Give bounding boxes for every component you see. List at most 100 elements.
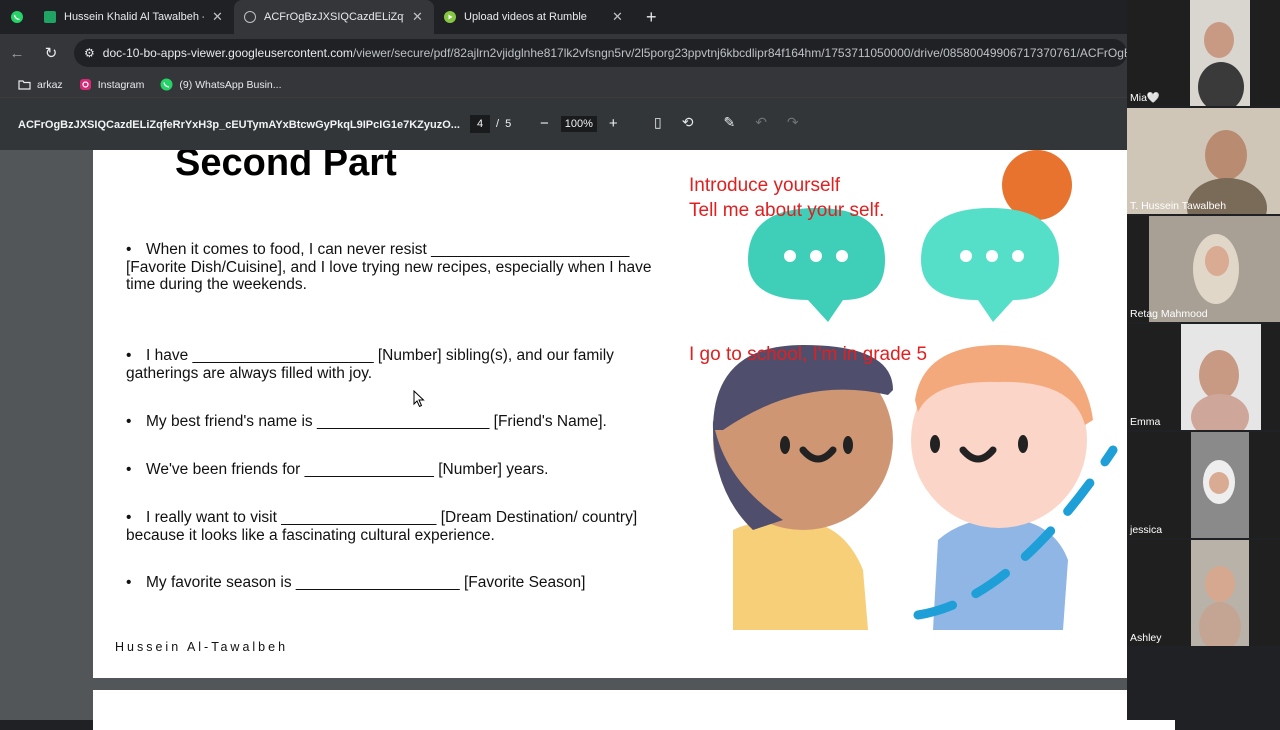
whatsapp-icon [11, 11, 23, 23]
redo-icon[interactable]: ↷ [787, 114, 799, 131]
new-tab-button[interactable]: + [634, 7, 669, 28]
undo-icon[interactable]: ↶ [755, 114, 767, 131]
participant-name: T. Hussein Tawalbeh [1130, 200, 1227, 212]
participant-tile[interactable]: jessica [1127, 432, 1280, 538]
worksheet-item: • We've been friends for _______________ … [126, 461, 549, 478]
worksheet-item: • When it comes to food, I can never resi… [126, 241, 686, 294]
url-field[interactable]: ⚙ doc-10-bo-apps-viewer.googleuserconten… [74, 39, 1127, 67]
annotate-icon[interactable]: ✎ [723, 114, 735, 131]
item-text: My favorite season is __________________… [146, 574, 586, 591]
worksheet-item: • I have _____________________ [Number] s… [126, 347, 686, 382]
item-text: gatherings are always filled with joy. [126, 364, 373, 382]
worksheet-item: • I really want to visit ________________… [126, 509, 686, 544]
site-info-icon[interactable]: ⚙ [84, 46, 95, 60]
mouse-cursor-icon [413, 390, 425, 408]
sheets-icon [44, 11, 56, 23]
bookmark-label: (9) WhatsApp Busin... [179, 78, 282, 91]
girl-avatar-icon [911, 345, 1093, 630]
participant-tile[interactable]: Emma [1127, 324, 1280, 430]
page-number-input[interactable]: 4 [470, 115, 490, 133]
item-text: I have _____________________ [Number] si… [146, 347, 614, 364]
annotation-grade: I go to school, I'm in grade 5 [689, 344, 928, 365]
pdf-toolbar: ACFrOgBzJXSIQCazdELiZqfeRrYxH3p_cEUTymAY… [0, 98, 1127, 150]
chat-bubble-icon [921, 208, 1059, 322]
participant-name: Mia🤍 [1130, 92, 1160, 104]
close-icon[interactable]: ✕ [612, 9, 623, 25]
bookmarks-bar: arkaz Instagram (9) WhatsApp Busin... [0, 72, 1127, 98]
bookmark-label: arkaz [37, 78, 63, 91]
page-heading: Second Part [175, 150, 397, 184]
back-button[interactable]: ← [0, 45, 34, 62]
participant-tile[interactable]: T. Hussein Tawalbeh [1127, 108, 1280, 214]
pdf-page: Second Part • When it comes to food, I ca… [93, 150, 1175, 678]
item-text: When it comes to food, I can never resis… [146, 241, 630, 258]
participant-tile[interactable]: Ashley [1127, 540, 1280, 646]
fit-page-icon[interactable]: ▯ [654, 114, 662, 131]
page-separator: / [496, 118, 500, 130]
url-host: doc-10-bo-apps-viewer.googleusercontent.… [102, 46, 353, 60]
whatsapp-icon [160, 78, 173, 91]
tab-label: ACFrOgBzJXSIQCazdELiZqfeRrY [264, 11, 404, 23]
video-feed [1190, 0, 1250, 106]
participant-tile[interactable]: Retag Mahmood [1127, 216, 1280, 322]
globe-icon [244, 11, 256, 23]
page-indicator: 4 / 5 [470, 115, 511, 133]
participant-name: Retag Mahmood [1130, 308, 1208, 320]
annotation-intro: Introduce yourself Tell me about your se… [689, 174, 884, 223]
participant-name: Emma [1130, 416, 1161, 428]
video-feed [1149, 216, 1280, 322]
pdf-tools: ▯ ⟲ ✎ ↶ ↷ [654, 114, 799, 131]
video-feed [1181, 324, 1261, 430]
tab-bar: Hussein Khalid Al Tawalbeh - G ✕ ACFrOgB… [0, 0, 1127, 34]
pdf-title: ACFrOgBzJXSIQCazdELiZqfeRrYxH3p_cEUTymAY… [18, 119, 460, 131]
item-text: time during the weekends. [126, 276, 307, 293]
video-feed [1127, 108, 1280, 214]
pinned-whatsapp-tab[interactable] [0, 0, 34, 34]
page-total: 5 [505, 118, 512, 130]
item-text: My best friend's name is _______________… [146, 413, 607, 430]
pdf-next-page [93, 690, 1175, 730]
address-bar-row: ← ↻ ⚙ doc-10-bo-apps-viewer.googleuserco… [0, 34, 1127, 72]
bookmark-instagram[interactable]: Instagram [79, 78, 145, 91]
video-feed [1191, 432, 1249, 538]
bookmark-arkaz[interactable]: arkaz [18, 78, 63, 91]
pdf-viewer[interactable]: Second Part • When it comes to food, I ca… [0, 150, 1175, 730]
panel-empty-area [1127, 646, 1280, 720]
author-footer: Hussein Al-Tawalbeh [115, 640, 289, 654]
bookmark-label: Instagram [97, 78, 145, 91]
participants-panel: Mia🤍 T. Hussein Tawalbeh Retag Mahmood E… [1127, 0, 1280, 720]
item-text: We've been friends for _______________ [… [146, 461, 549, 478]
participant-tile[interactable]: Mia🤍 [1127, 0, 1280, 106]
zoom-controls: − 100% + [540, 115, 618, 132]
instagram-icon [79, 79, 91, 90]
tab-rumble[interactable]: Upload videos at Rumble ✕ [434, 0, 634, 34]
rumble-icon [444, 11, 456, 23]
participant-name: Ashley [1130, 632, 1162, 644]
chat-bubble-icon [748, 208, 885, 322]
boy-avatar-icon [712, 345, 893, 630]
annotation-line: Introduce yourself [689, 175, 841, 196]
close-icon[interactable]: ✕ [212, 9, 223, 25]
zoom-level-input[interactable]: 100% [560, 115, 597, 132]
participant-name: jessica [1130, 524, 1163, 536]
tab-sheets[interactable]: Hussein Khalid Al Tawalbeh - G ✕ [34, 0, 234, 34]
tab-pdf[interactable]: ACFrOgBzJXSIQCazdELiZqfeRrY ✕ [234, 0, 434, 34]
folder-icon [18, 80, 31, 90]
item-text: because it looks like a fascinating cult… [126, 526, 495, 544]
tab-label: Hussein Khalid Al Tawalbeh - G [64, 11, 204, 23]
zoom-out-button[interactable]: − [540, 115, 549, 132]
url-path: /viewer/secure/pdf/82ajlrn2vjidglnhe817l… [352, 46, 1127, 60]
close-icon[interactable]: ✕ [412, 9, 423, 25]
tab-label: Upload videos at Rumble [464, 11, 587, 23]
rotate-icon[interactable]: ⟲ [682, 114, 694, 131]
orange-circle [1002, 150, 1072, 220]
item-text: [Favorite Dish/Cuisine], and I love tryi… [126, 258, 652, 276]
worksheet-item: • My best friend's name is ______________… [126, 413, 607, 430]
item-text: I really want to visit _________________… [146, 509, 638, 526]
zoom-in-button[interactable]: + [609, 115, 618, 132]
annotation-line: Tell me about your self. [689, 199, 885, 221]
video-feed [1191, 540, 1249, 646]
bookmark-whatsapp[interactable]: (9) WhatsApp Busin... [160, 78, 282, 91]
worksheet-item: • My favorite season is _________________… [126, 574, 586, 591]
reload-button[interactable]: ↻ [34, 44, 68, 62]
